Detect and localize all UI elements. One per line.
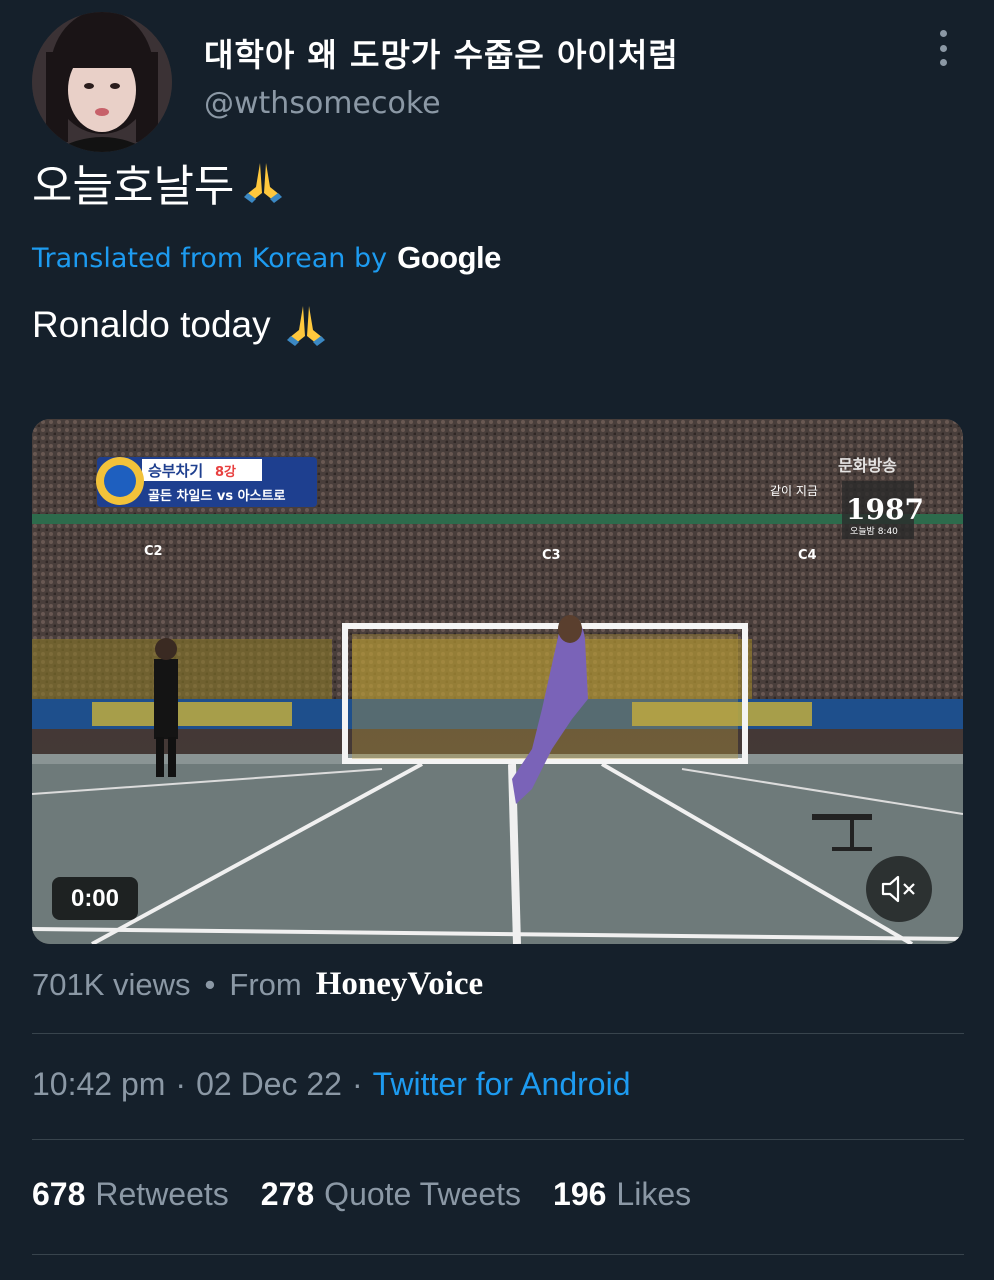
section-label-c3: C3 <box>542 548 561 563</box>
google-logo: Google <box>397 240 501 275</box>
source-brand[interactable]: HoneyVoice <box>316 966 483 1003</box>
translated-text: Ronaldo today <box>32 300 331 350</box>
translated-text-content: Ronaldo today <box>32 304 271 345</box>
speaker-muted-icon <box>881 875 915 903</box>
quote-tweets-count: 278 <box>260 1176 315 1212</box>
tweet-meta: 10:42 pm · 02 Dec 22 · Twitter for Andro… <box>32 1066 631 1103</box>
stadium-banner: 같이 지금 <box>770 484 818 498</box>
video-views: 701K views • From HoneyVoice <box>32 966 483 1003</box>
divider <box>32 1033 964 1034</box>
tweet-time[interactable]: 10:42 pm <box>32 1066 165 1103</box>
meta-separator: · <box>175 1066 187 1102</box>
display-name[interactable]: 대학아 왜 도망가 수줍은 아이처럼 <box>204 30 679 76</box>
folded-hands-emoji <box>244 163 283 203</box>
tweet-text: 오늘호날두 <box>32 150 288 214</box>
likes-count: 196 <box>553 1176 607 1212</box>
video-player[interactable]: 승부차기 8강 골든 차일드 vs 아스트로 C2 C3 C4 같이 지금 문화… <box>32 419 963 944</box>
video-timestamp: 0:00 <box>52 877 138 920</box>
match-teams: 골든 차일드 vs 아스트로 <box>148 488 285 504</box>
folded-hands-emoji <box>286 306 325 346</box>
promo-time: 오늘밤 8:40 <box>850 526 898 537</box>
user-handle[interactable]: @wthsomecoke <box>204 86 441 121</box>
tweet-stats: 678 Retweets 278 Quote Tweets 196 Likes <box>32 1176 691 1213</box>
retweets-count: 678 <box>32 1176 86 1212</box>
promo-number: 1987 <box>846 493 924 526</box>
view-count: 701K views <box>32 966 191 1002</box>
section-label-c4: C4 <box>798 548 817 563</box>
translation-attribution[interactable]: Translated from Korean by Google <box>32 240 501 276</box>
from-label: From <box>229 966 302 1002</box>
section-label-c2: C2 <box>144 544 163 559</box>
retweets-label: Retweets <box>95 1176 229 1212</box>
broadcast-scoreboard: 승부차기 8강 골든 차일드 vs 아스트로 <box>96 457 317 507</box>
quote-tweets-label: Quote Tweets <box>324 1176 522 1212</box>
match-round: 8강 <box>215 464 236 480</box>
retweets-stat[interactable]: 678 Retweets <box>32 1176 229 1213</box>
tweet-text-content: 오늘호날두 <box>32 161 235 212</box>
mute-button[interactable] <box>866 856 932 922</box>
match-label: 승부차기 <box>148 462 203 480</box>
divider <box>32 1139 964 1140</box>
tweet-header: 대학아 왜 도망가 수줍은 아이처럼 @wthsomecoke <box>0 0 994 152</box>
likes-label: Likes <box>616 1176 692 1212</box>
views-separator: • <box>204 966 216 1002</box>
quote-tweets-stat[interactable]: 278 Quote Tweets <box>261 1176 521 1213</box>
divider <box>32 1254 964 1255</box>
video-frame: 승부차기 8강 골든 차일드 vs 아스트로 C2 C3 C4 같이 지금 문화… <box>32 419 963 944</box>
channel-logo: 문화방송 <box>838 456 897 475</box>
tweet-date[interactable]: 02 Dec 22 <box>196 1066 342 1103</box>
avatar[interactable] <box>32 12 172 152</box>
more-options-icon[interactable] <box>928 30 958 66</box>
likes-stat[interactable]: 196 Likes <box>553 1176 691 1213</box>
translation-label: Translated from Korean by <box>32 242 388 274</box>
tweet-source-link[interactable]: Twitter for Android <box>373 1066 631 1103</box>
meta-separator: · <box>351 1066 363 1102</box>
